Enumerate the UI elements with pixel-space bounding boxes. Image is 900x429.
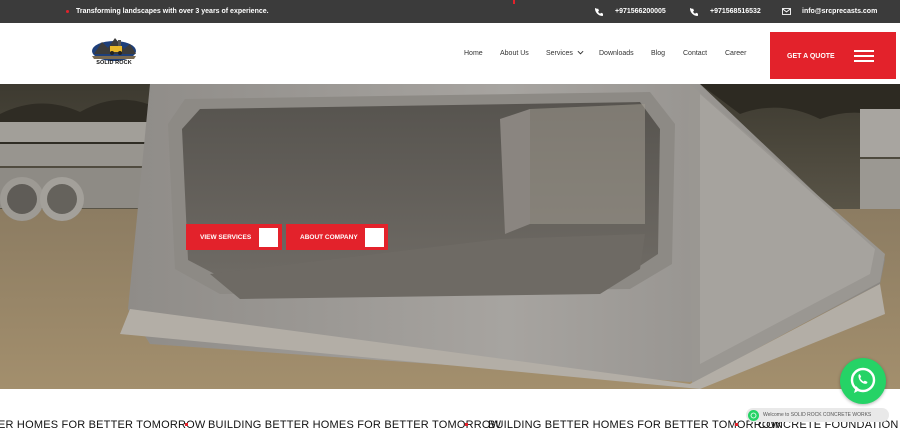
hamburger-menu-icon[interactable]: [854, 50, 874, 62]
phone-number-1: +971566200005: [615, 8, 666, 15]
nav-career[interactable]: Career: [725, 50, 746, 57]
nav-contact[interactable]: Contact: [683, 50, 707, 57]
phone-contact-2[interactable]: +971568516532: [688, 0, 761, 23]
nav-services[interactable]: Services: [546, 50, 584, 57]
tagline-dot: [66, 10, 69, 13]
nav-blog[interactable]: Blog: [651, 50, 665, 57]
logo-emblem-icon: [92, 38, 136, 61]
top-accent-mark: [513, 0, 515, 4]
phone-icon: [593, 6, 605, 18]
site-header: SOLID ROCK Home About Us Services Downlo…: [0, 23, 900, 84]
logo-text: SOLID ROCK: [96, 60, 132, 66]
marquee-separator: [465, 423, 468, 426]
whatsapp-button[interactable]: [840, 358, 886, 404]
nav-home[interactable]: Home: [464, 50, 483, 57]
top-bar: Transforming landscapes with over 3 year…: [0, 0, 900, 23]
whatsapp-icon: [748, 409, 759, 421]
tagline-text: Transforming landscapes with over 3 year…: [76, 8, 269, 15]
nav-downloads[interactable]: Downloads: [599, 50, 634, 57]
view-services-button[interactable]: VIEW SERVICES: [186, 224, 282, 250]
marquee-item: BUILDING BETTER HOMES FOR BETTER TOMORRO…: [208, 419, 502, 429]
phone-icon: [688, 6, 700, 18]
view-services-label: VIEW SERVICES: [200, 233, 252, 241]
arrow-up-right-icon: [287, 224, 384, 247]
nav-about[interactable]: About Us: [500, 50, 529, 57]
mail-icon: [780, 6, 792, 18]
whatsapp-welcome-text: Welcome to SOLID ROCK CONCRETE WORKS: [763, 412, 872, 418]
marquee-separator: [735, 423, 738, 426]
chevron-down-icon: [577, 50, 584, 55]
logo[interactable]: SOLID ROCK: [88, 34, 140, 72]
email-address: info@srcprecasts.com: [802, 8, 878, 15]
page: Transforming landscapes with over 3 year…: [0, 0, 900, 429]
phone-contact-1[interactable]: +971566200005: [593, 0, 666, 23]
about-company-button[interactable]: ABOUT COMPANY: [286, 224, 388, 250]
hero-section: VIEW SERVICES ABOUT COMPANY: [0, 84, 900, 389]
about-company-label: ABOUT COMPANY: [300, 233, 358, 241]
tagline: Transforming landscapes with over 3 year…: [66, 0, 269, 23]
marquee-separator: [185, 423, 188, 426]
arrow-up-right-icon: [187, 224, 278, 247]
marquee-item: ER HOMES FOR BETTER TOMORROW: [0, 419, 206, 429]
hero-background-image: [0, 84, 900, 389]
whatsapp-welcome-bubble[interactable]: Welcome to SOLID ROCK CONCRETE WORKS: [746, 408, 889, 422]
nav-services-label: Services: [546, 50, 573, 57]
phone-number-2: +971568516532: [710, 8, 761, 15]
get-a-quote-button[interactable]: GET A QUOTE: [770, 32, 896, 79]
get-a-quote-label: GET A QUOTE: [787, 53, 835, 60]
email-contact[interactable]: info@srcprecasts.com: [780, 0, 877, 23]
whatsapp-icon: [850, 367, 876, 393]
